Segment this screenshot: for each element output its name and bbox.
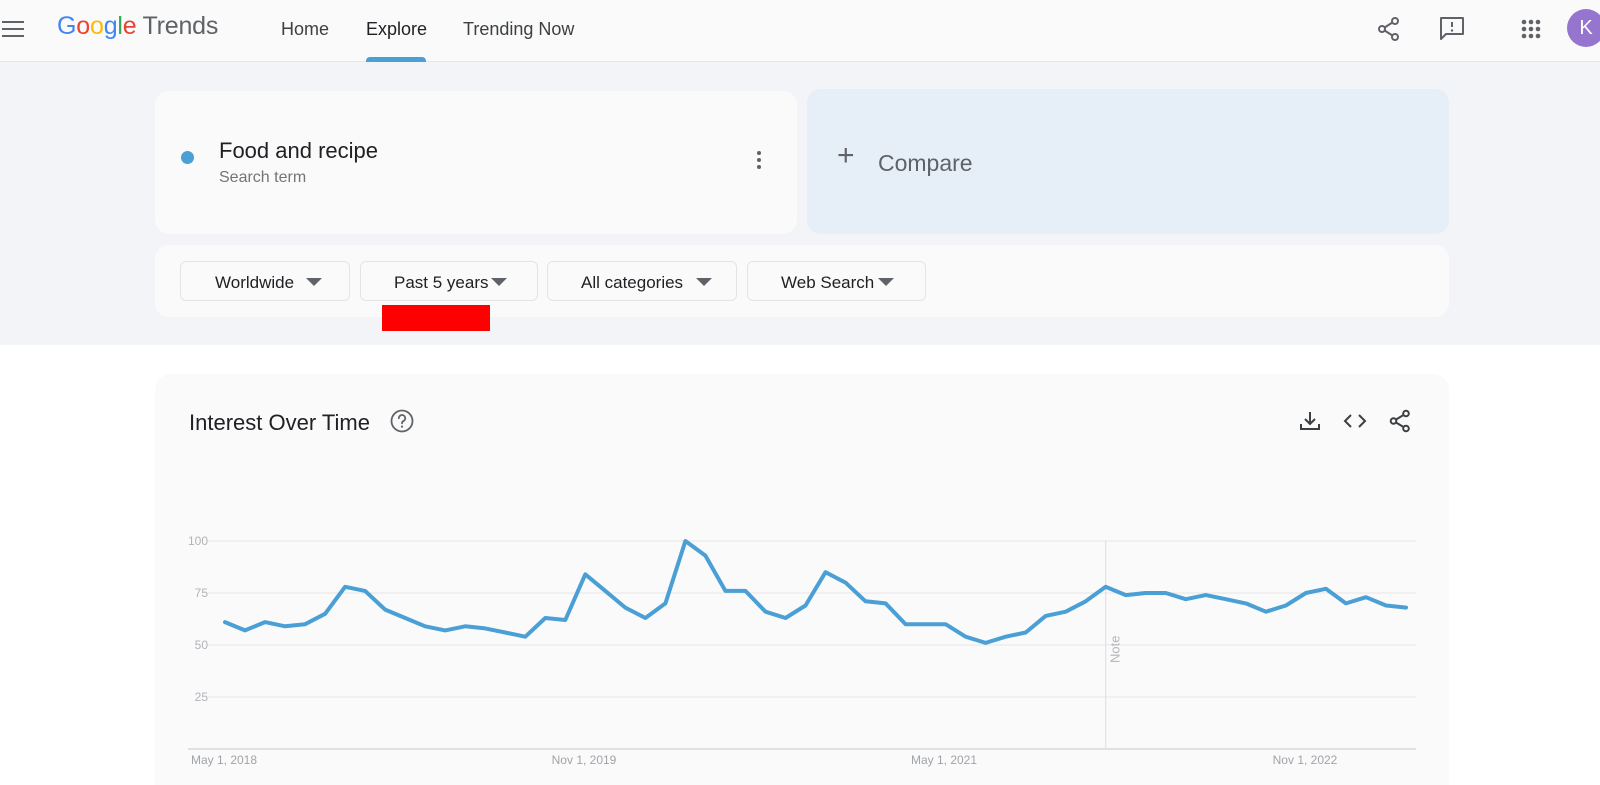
x-tick-label: Nov 1, 2022 (1273, 753, 1338, 767)
interest-over-time-chart: 100 75 50 25 May 1, 2018 Nov 1, 2019 May 1, 20… (188, 534, 1416, 767)
x-tick-label: Nov 1, 2019 (552, 753, 617, 767)
series-line-food-and-recipe (223, 539, 1408, 645)
y-tick-label: 50 (195, 638, 209, 652)
y-tick-label: 100 (188, 534, 208, 548)
x-tick-label: May 1, 2018 (191, 753, 257, 767)
x-tick-label: May 1, 2021 (911, 753, 977, 767)
y-tick-label: 75 (195, 586, 209, 600)
note-label: Note (1108, 636, 1123, 663)
y-tick-label: 25 (195, 690, 209, 704)
